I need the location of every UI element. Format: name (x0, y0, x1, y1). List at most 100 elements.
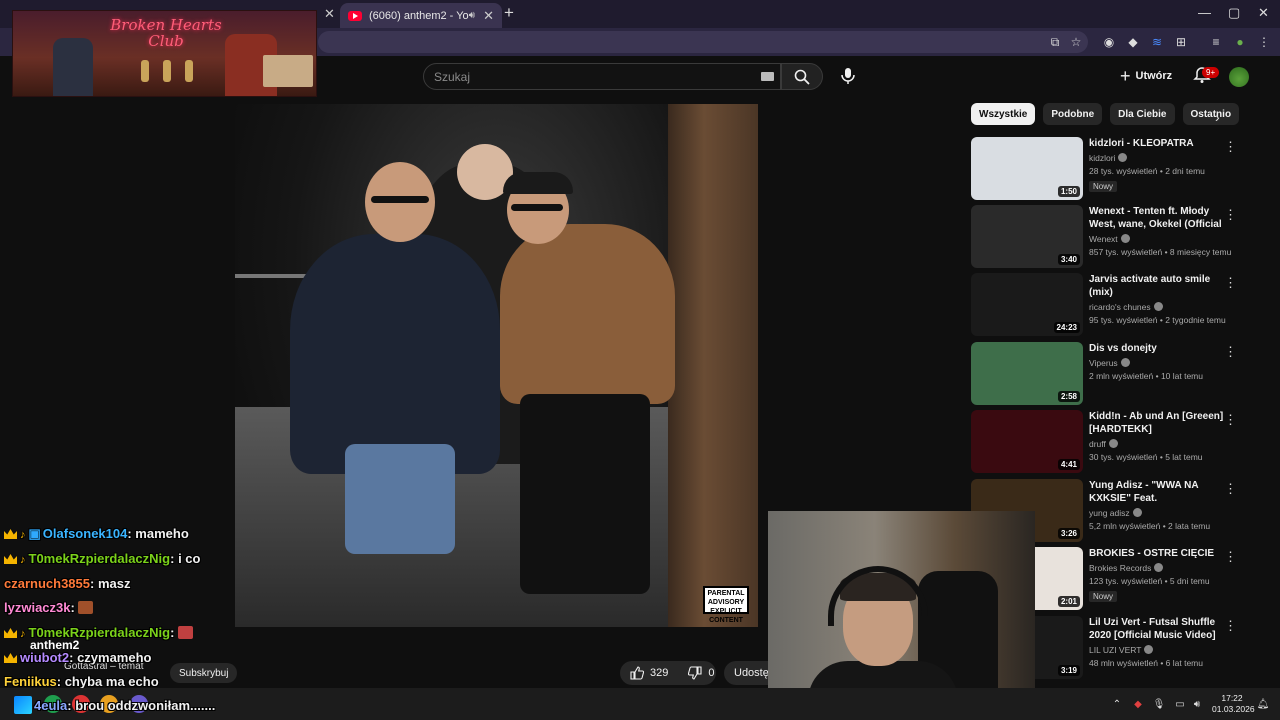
recommendation-channel[interactable]: kidzlori (1089, 153, 1229, 163)
video-thumbnail[interactable]: 4:41 (971, 410, 1083, 473)
recommendation-channel[interactable]: LIL UZI VERT (1089, 645, 1229, 655)
channel-label: ricardo's chunes (1089, 302, 1151, 312)
verified-icon (1144, 645, 1154, 654)
more-options-icon[interactable]: ⋮ (1224, 481, 1237, 497)
video-thumbnail[interactable]: 24:23 (971, 273, 1083, 336)
chat-text: chyba ma echo (64, 674, 159, 689)
subscribe-button[interactable]: Subskrybuj (170, 663, 238, 683)
minimize-button[interactable]: — (1198, 5, 1211, 20)
close-tab-icon[interactable]: ✕ (483, 8, 494, 24)
chip-related[interactable]: Podobne (1043, 103, 1103, 125)
recommendation-channel[interactable]: yung adisz (1089, 508, 1229, 518)
microphone-icon[interactable] (838, 66, 858, 86)
extension-icon[interactable]: ≋ (1148, 33, 1166, 51)
channel-label: Wenext (1089, 234, 1118, 244)
taskbar-clock[interactable]: 17:22 01.03.2026 (1212, 693, 1255, 715)
search-button[interactable] (781, 63, 823, 90)
avatar[interactable] (1229, 67, 1249, 87)
recommendation-channel[interactable]: Wenext (1089, 234, 1229, 244)
chat-username: T0mekRzpierdalaczNig (28, 625, 171, 640)
recommendation-channel[interactable]: Viperus (1089, 358, 1229, 368)
microphone-icon[interactable]: 🎙︎ (1152, 697, 1166, 711)
video-thumbnail[interactable]: 2:58 (971, 342, 1083, 405)
recommendation-item[interactable]: 1:50 kidzlori - KLEOPATRA kidzlori 28 tys. … (971, 137, 1241, 201)
recommendation-title[interactable]: BROKIES - OSTRE CIĘCIE (1089, 547, 1229, 560)
recommendation-title[interactable]: Yung Adisz - "WWA NA KXKSIE" Feat. @rest… (1089, 479, 1229, 505)
crown-icon (4, 529, 17, 539)
recommendation-stats: 123 tys. wyświetleń • 5 dni temu (1089, 576, 1210, 586)
duration-badge: 2:58 (1057, 391, 1080, 402)
tray-app-icon[interactable]: ◆ (1131, 697, 1145, 711)
more-options-icon[interactable]: ⋮ (1224, 344, 1237, 360)
recommendation-title[interactable]: Jarvis activate auto smile (mix) (1089, 273, 1229, 299)
video-thumbnail[interactable]: 1:50 (971, 137, 1083, 200)
install-icon[interactable]: ⧉ (1046, 33, 1064, 51)
recommendation-item[interactable]: 2:58 Dis vs donejty Viperus 2 mln wyświetle… (971, 342, 1241, 406)
windows-start-icon[interactable] (14, 696, 32, 714)
create-button[interactable]: + Utwórz (1120, 66, 1172, 86)
recommendation-channel[interactable]: Brokies Records (1089, 563, 1229, 573)
recommendation-item[interactable]: 4:41 Kidd!n - Ab und An [Greeen] [HARDTEK… (971, 410, 1241, 474)
duration-badge: 4:41 (1057, 459, 1080, 470)
recommendation-title[interactable]: Lil Uzi Vert - Futsal Shuffle 2020 [Offi… (1089, 616, 1229, 642)
search-input[interactable]: Szukaj (423, 63, 781, 90)
chip-all[interactable]: Wszystkie (971, 103, 1036, 125)
recommendation-item[interactable]: 3:40 Wenext - Tenten ft. Młody West, wane… (971, 205, 1241, 269)
extension-icon[interactable]: ◆ (1124, 33, 1142, 51)
new-tab-button[interactable]: + (504, 3, 514, 23)
duration-badge: 1:50 (1057, 186, 1080, 197)
recommendation-item[interactable]: 24:23 Jarvis activate auto smile (mix) ric… (971, 273, 1241, 337)
keyboard-icon[interactable] (761, 72, 774, 81)
thumbs-down-icon (688, 666, 702, 680)
chip-recent[interactable]: Ostatnio (1182, 103, 1240, 125)
chat-username: czarnuch3855 (4, 576, 90, 591)
chevron-up-icon[interactable]: ⌃ (1110, 697, 1124, 711)
like-button[interactable]: 329 (620, 661, 678, 685)
dislike-button[interactable]: 0 (678, 661, 724, 685)
more-options-icon[interactable]: ⋮ (1224, 412, 1237, 428)
more-options-icon[interactable]: ⋮ (1224, 139, 1237, 155)
channel-label: yung adisz (1089, 508, 1130, 518)
tab-youtube[interactable]: (6060) anthem2 - YouTube 🔊︎ ✕ (340, 3, 502, 28)
recommendation-stats: 5,2 mln wyświetleń • 2 lata temu (1089, 521, 1211, 531)
menu-dots-icon[interactable]: ⋮ (1255, 33, 1273, 51)
more-options-icon[interactable]: ⋮ (1224, 207, 1237, 223)
more-options-icon[interactable]: ⋮ (1224, 618, 1237, 634)
address-bar[interactable] (318, 31, 1088, 53)
profile-icon[interactable]: ● (1231, 33, 1249, 51)
plus-icon: + (1120, 65, 1131, 86)
person-right-jacket (500, 224, 675, 404)
notification-bell-icon[interactable]: 🔔︎ (1256, 697, 1270, 711)
close-window-button[interactable]: ✕ (1258, 5, 1269, 21)
screen: ✕ (6060) anthem2 - YouTube 🔊︎ ✕ + — ▢ ✕ … (0, 0, 1280, 720)
chip-for-you[interactable]: Dla Ciebie (1110, 103, 1175, 125)
recommendation-channel[interactable]: druff (1089, 439, 1229, 449)
recommendation-title[interactable]: Kidd!n - Ab und An [Greeen] [HARDTEKK] (1089, 410, 1229, 436)
crown-icon (4, 653, 17, 663)
chevron-right-icon[interactable]: › (1215, 109, 1220, 125)
verified-icon (1132, 508, 1142, 517)
recommendation-meta: kidzlori - KLEOPATRA kidzlori 28 tys. wyśw… (1089, 137, 1229, 194)
recommendation-title[interactable]: Wenext - Tenten ft. Młody West, wane, Ok… (1089, 205, 1229, 231)
more-options-icon[interactable]: ⋮ (1224, 549, 1237, 565)
close-tab-icon[interactable]: ✕ (324, 6, 335, 22)
network-icon[interactable]: ▭ (1173, 697, 1187, 711)
video-player[interactable]: PARENTAL ADVISORY EXPLICIT CONTENT (235, 104, 758, 627)
video-thumbnail[interactable]: 3:40 (971, 205, 1083, 268)
recommendation-channel[interactable]: ricardo's chunes (1089, 302, 1229, 312)
more-options-icon[interactable]: ⋮ (1224, 275, 1237, 291)
sunglasses (371, 196, 429, 203)
puzzle-icon[interactable]: ⊞ (1172, 33, 1190, 51)
volume-icon[interactable]: 🔊︎ (1190, 697, 1204, 711)
tab-title: (6060) anthem2 - YouTube (368, 9, 469, 22)
emote-icon (178, 626, 194, 639)
bookmark-star-icon[interactable]: ☆ (1067, 33, 1085, 51)
reading-list-icon[interactable]: ≡ (1207, 33, 1225, 51)
maximize-button[interactable]: ▢ (1228, 5, 1240, 21)
recommendation-title[interactable]: kidzlori - KLEOPATRA (1089, 137, 1229, 150)
new-badge: Nowy (1089, 591, 1118, 602)
recommendation-title[interactable]: Dis vs donejty (1089, 342, 1229, 355)
speaker-icon[interactable]: 🔊︎ (469, 10, 475, 21)
extension-icon[interactable]: ◉ (1100, 33, 1118, 51)
share-button[interactable]: Udostępnij (724, 661, 770, 685)
